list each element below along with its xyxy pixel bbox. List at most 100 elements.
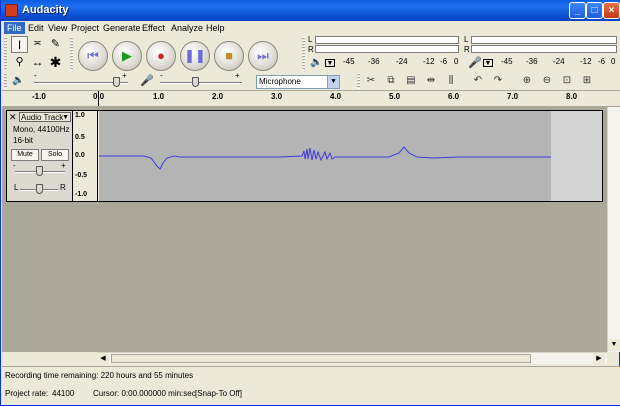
menu-generate[interactable]: Generate [100,22,144,34]
gain-slider[interactable] [36,166,43,176]
amp-label-half: 0.5 [75,134,85,141]
out-scale-6: -6 [440,57,448,66]
draw-tool-icon[interactable]: ✎ [47,36,64,53]
timeshift-tool-icon[interactable]: ↔ [29,54,46,71]
stop-button[interactable]: ■ [214,41,244,71]
menu-edit[interactable]: Edit [25,22,47,34]
menu-file[interactable]: File [4,22,25,34]
edit-grip[interactable] [357,73,360,89]
input-volume-icon: 🎤 [140,75,154,87]
out-scale-36: -36 [368,57,380,66]
audio-track[interactable]: ✕ Audio Track ▼ Mono, 44100Hz 16-bit Mut… [6,110,603,202]
solo-button[interactable]: Solo [41,149,69,161]
ruler-label: 1.0 [153,92,165,101]
ruler-label: -1.0 [32,92,46,101]
horizontal-scrollbar[interactable]: ◀ ▶ [97,352,607,364]
output-volume-max: + [122,71,127,80]
selection-tool-icon[interactable]: I [11,36,28,53]
trim-icon[interactable]: ⇹ [422,73,440,89]
maximize-button[interactable]: □ [586,2,603,19]
output-volume-slider[interactable] [113,77,120,87]
meter-grip[interactable] [302,37,305,71]
input-meter-r-label: R [464,45,470,54]
input-source-select[interactable]: Microphone ▼ [256,75,340,89]
silence-icon[interactable]: ⫼ [442,73,460,89]
pause-button[interactable]: ❚❚ [180,41,210,71]
menu-analyze[interactable]: Analyze [168,22,206,34]
copy-icon[interactable]: ⧉ [382,73,400,89]
cut-icon[interactable]: ✂ [362,73,380,89]
menu-view[interactable]: View [45,22,70,34]
out-scale-0: 0 [454,57,459,66]
pan-right-label: R [60,183,66,192]
audacity-window: Audacity _ □ × File Edit View Project Ge… [0,0,620,406]
cursor-position: Cursor: 0:00.000000 min:sec [93,389,196,398]
chevron-down-icon[interactable]: ▼ [327,76,339,88]
envelope-tool-icon[interactable]: ≍ [29,36,46,53]
menu-help[interactable]: Help [203,22,228,34]
amp-label-zero: 0.0 [75,152,85,159]
input-meter-l-label: L [464,35,469,44]
paste-icon[interactable]: ▤ [402,73,420,89]
close-button[interactable]: × [603,2,620,19]
output-meter-menu-icon[interactable]: ▼ [325,59,335,67]
horizontal-scroll-thumb[interactable] [111,354,531,363]
input-volume-max: + [235,71,240,80]
out-scale-24: -24 [396,57,408,66]
waveform-graphic [99,146,551,170]
undo-icon[interactable]: ↶ [469,73,487,89]
mixer-grip[interactable] [4,73,7,89]
title-bar[interactable]: Audacity _ □ × [1,0,620,21]
zoom-in-icon[interactable]: ⊕ [518,73,536,89]
input-meter-menu-icon[interactable]: ▼ [483,59,493,67]
mute-button[interactable]: Mute [11,149,39,161]
audacity-app-icon [5,4,18,17]
skip-start-button[interactable]: ⏮ [78,41,108,71]
input-volume-min: - [160,71,163,80]
fit-project-icon[interactable]: ⊞ [578,73,596,89]
time-ruler[interactable]: -1.0 0.0 1.0 2.0 3.0 4.0 5.0 6.0 7.0 8.0 [2,91,620,107]
scroll-right-icon[interactable]: ▶ [593,353,605,364]
redo-icon[interactable]: ↷ [489,73,507,89]
menu-effect[interactable]: Effect [139,22,168,34]
fit-selection-icon[interactable]: ⊡ [558,73,576,89]
input-meter-right [471,45,617,53]
pan-slider[interactable] [36,184,43,194]
ruler-zero-marker [98,91,99,106]
track-format: Mono, 44100Hz [13,125,70,134]
in-scale-24: -24 [553,57,565,66]
amp-label-neg-half: -0.5 [75,172,88,179]
menu-bar: File Edit View Project Generate Effect A… [2,21,620,35]
input-volume-slider[interactable] [192,77,199,87]
waveform-area[interactable] [99,111,602,201]
toolbar-grip[interactable] [4,37,7,71]
zoom-tool-icon[interactable]: ⚲ [11,54,28,71]
zoom-out-icon[interactable]: ⊖ [538,73,556,89]
scroll-left-icon[interactable]: ◀ [97,353,109,364]
skip-end-button[interactable]: ⏭ [248,41,278,71]
menu-project[interactable]: Project [68,22,102,34]
record-button[interactable]: ● [146,41,176,71]
input-volume-track[interactable] [160,82,242,84]
transport-grip[interactable] [70,37,73,71]
ruler-label: 3.0 [271,92,283,101]
project-rate-row: Project rate: 44100 Cursor: 0:00.000000 … [2,386,620,402]
track-name-menu[interactable]: Audio Track ▼ [19,112,71,122]
vertical-scrollbar[interactable]: ▼ [607,107,620,352]
microphone-meter-icon[interactable]: 🎤 [468,56,482,69]
project-rate-value[interactable]: 44100 [52,386,74,402]
play-button[interactable]: ▶ [112,41,142,71]
toolbar-area: I ≍ ✎ ⚲ ↔ ✱ ⏮ ▶ ● ❚❚ ■ ⏭ L R L R 🔈 ▼ -45… [2,35,620,91]
track-control-panel: ✕ Audio Track ▼ Mono, 44100Hz 16-bit Mut… [7,111,73,201]
chevron-down-icon: ▼ [62,114,69,121]
in-scale-36: -36 [526,57,538,66]
ruler-label: 2.0 [212,92,224,101]
snap-status: [Snap-To Off] [195,389,242,398]
speaker-icon[interactable]: 🔈 [310,57,322,68]
window-title: Audacity [22,4,69,16]
scroll-down-icon[interactable]: ▼ [608,339,620,351]
output-meter-left [315,36,459,44]
minimize-button[interactable]: _ [569,2,586,19]
multi-tool-icon[interactable]: ✱ [47,54,64,71]
close-track-icon[interactable]: ✕ [9,113,17,122]
